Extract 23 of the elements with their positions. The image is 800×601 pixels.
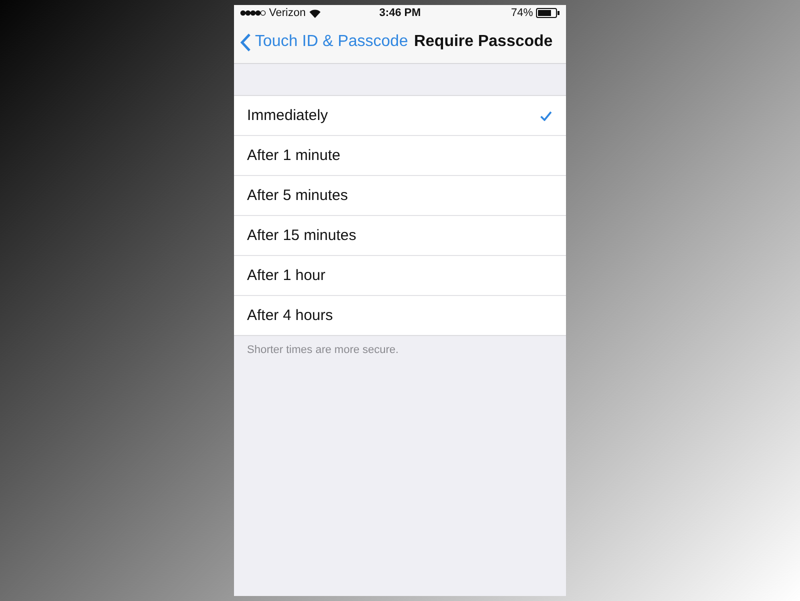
battery-icon bbox=[536, 8, 560, 18]
battery-percent: 74% bbox=[510, 7, 533, 19]
clock-time: 3:46 PM bbox=[379, 7, 421, 19]
option-row[interactable]: After 1 hour bbox=[234, 255, 566, 295]
chevron-left-icon bbox=[240, 32, 251, 52]
back-button[interactable]: Touch ID & Passcode bbox=[240, 32, 408, 52]
option-row[interactable]: After 5 minutes bbox=[234, 175, 566, 215]
signal-icon bbox=[240, 10, 266, 16]
option-label: After 4 hours bbox=[247, 307, 333, 324]
option-row[interactable]: After 4 hours bbox=[234, 295, 566, 335]
option-row[interactable]: Immediately bbox=[234, 96, 566, 135]
option-row[interactable]: After 1 minute bbox=[234, 135, 566, 175]
option-label: After 1 minute bbox=[247, 147, 340, 164]
option-row[interactable]: After 15 minutes bbox=[234, 215, 566, 255]
option-label: After 5 minutes bbox=[247, 187, 348, 204]
option-label: Immediately bbox=[247, 107, 328, 124]
carrier-name: Verizon bbox=[269, 7, 306, 19]
page-title: Require Passcode bbox=[414, 33, 553, 51]
checkmark-icon bbox=[540, 110, 552, 120]
footer-note: Shorter times are more secure. bbox=[247, 344, 400, 356]
option-label: After 15 minutes bbox=[247, 227, 356, 244]
option-label: After 1 hour bbox=[247, 267, 326, 284]
wifi-icon bbox=[308, 8, 321, 18]
